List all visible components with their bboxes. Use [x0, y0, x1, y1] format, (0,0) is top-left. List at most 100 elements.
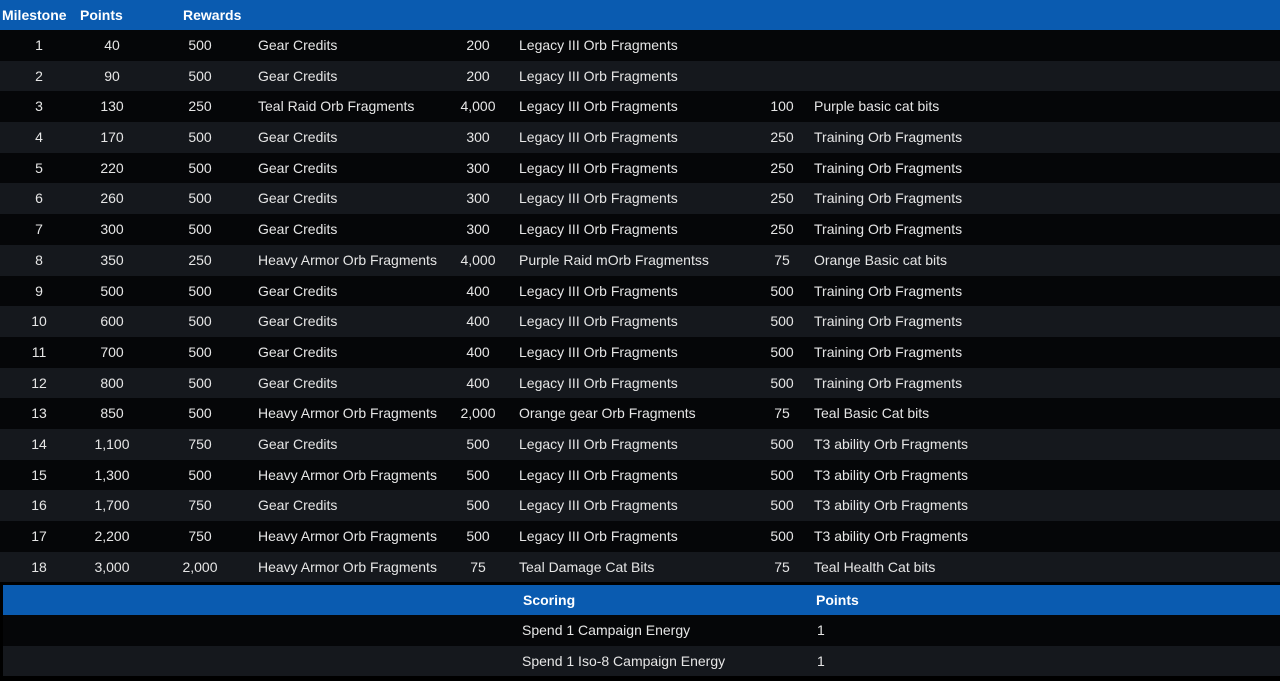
reward3-name: Teal Health Cat bits: [814, 558, 936, 575]
reward2-quantity: 500: [466, 497, 490, 514]
reward2-quantity: 500: [466, 528, 490, 544]
milestone-number: 17: [31, 528, 47, 544]
table-row: 11 700 500 Gear Credits 400 Legacy III Orb Fr…: [0, 336, 1280, 368]
milestone-number: 5: [35, 159, 43, 176]
header-milestone: Milestone: [2, 7, 67, 23]
milestone-points: 1,300: [94, 466, 130, 483]
reward2-name: Legacy III Orb Fragments: [519, 67, 678, 84]
reward1-quantity: 500: [188, 405, 212, 422]
table-row: 13 850 500 Heavy Armor Orb Fragments 2,000 Or…: [0, 398, 1280, 429]
milestone-number: 7: [35, 221, 43, 238]
reward3-name: T3 ability Orb Fragments: [814, 528, 969, 544]
reward3-name: T3 ability Orb Fragments: [814, 497, 969, 514]
reward3-name: Training Orb Fragments: [814, 282, 963, 299]
reward2-quantity: 400: [466, 343, 490, 360]
milestone-number: 12: [31, 374, 47, 391]
reward2-name: Legacy III Orb Fragments: [519, 37, 678, 53]
reward2-name: Legacy III Orb Fragments: [519, 343, 678, 360]
milestone-number: 3: [35, 98, 43, 115]
reward3-quantity: 250: [770, 221, 794, 238]
reward2-quantity: 300: [466, 129, 490, 146]
milestone-number: 14: [31, 435, 47, 452]
milestone-table-body: 1 40 500 Gear Credits 200 Legacy III Orb Frag…: [0, 30, 1280, 583]
reward3-name: Training Orb Fragments: [814, 374, 963, 391]
reward1-quantity: 500: [188, 190, 212, 207]
reward1-name: Heavy Armor Orb Fragments: [258, 405, 437, 422]
milestone-number: 10: [31, 313, 47, 330]
reward1-name: Gear Credits: [258, 313, 338, 330]
reward3-name: Teal Basic Cat bits: [814, 405, 930, 422]
reward2-name: Legacy III Orb Fragments: [519, 497, 678, 514]
table-row: 9 500 500 Gear Credits 400 Legacy III Orb Fra…: [0, 275, 1280, 307]
milestone-points: 800: [100, 374, 124, 391]
reward3-name: Training Orb Fragments: [814, 313, 963, 330]
table-row: 8 350 250 Heavy Armor Orb Fragments 4,000 Pur…: [0, 244, 1280, 276]
reward1-name: Heavy Armor Orb Fragments: [258, 466, 437, 483]
reward1-quantity: 500: [188, 159, 212, 176]
reward2-quantity: 75: [470, 558, 486, 575]
milestone-points: 90: [104, 67, 120, 84]
reward3-quantity: 250: [770, 129, 794, 146]
reward3-quantity: 75: [774, 558, 790, 575]
milestone-points: 40: [104, 37, 120, 53]
milestone-points: 2,200: [94, 528, 130, 544]
reward1-quantity: 2,000: [182, 558, 218, 575]
reward1-name: Heavy Armor Orb Fragments: [258, 251, 437, 268]
milestone-points: 500: [100, 282, 124, 299]
reward1-quantity: 250: [188, 251, 212, 268]
reward1-name: Gear Credits: [258, 282, 338, 299]
scoring-table-body: Spend 1 Campaign Energy 1 Spend 1 Iso-8 Ca…: [3, 615, 1280, 677]
milestone-points: 300: [100, 221, 124, 238]
milestone-number: 1: [35, 37, 43, 53]
reward2-name: Legacy III Orb Fragments: [519, 221, 678, 238]
reward2-name: Orange gear Orb Fragments: [519, 405, 696, 422]
reward1-quantity: 500: [188, 37, 212, 53]
header-scoring-points: Points: [816, 592, 859, 608]
reward3-quantity: 75: [774, 405, 790, 422]
milestone-number: 13: [31, 405, 47, 422]
reward2-name: Purple Raid mOrb Fragmentss: [519, 251, 709, 268]
reward2-quantity: 300: [466, 159, 490, 176]
table-row: 18 3,000 2,000 Heavy Armor Orb Fragments 75 T…: [0, 551, 1280, 583]
reward2-name: Legacy III Orb Fragments: [519, 190, 678, 207]
reward2-quantity: 4,000: [460, 98, 496, 115]
table-row: 5 220 500 Gear Credits 300 Legacy III Orb Fra…: [0, 152, 1280, 184]
reward1-quantity: 500: [188, 313, 212, 330]
reward2-quantity: 500: [466, 466, 490, 483]
milestone-number: 18: [31, 558, 47, 575]
milestone-points: 600: [100, 313, 124, 330]
reward1-quantity: 750: [188, 528, 212, 544]
reward1-name: Gear Credits: [258, 374, 338, 391]
reward2-quantity: 4,000: [460, 251, 496, 268]
reward2-name: Legacy III Orb Fragments: [519, 528, 678, 544]
reward1-quantity: 500: [188, 221, 212, 238]
reward3-name: Training Orb Fragments: [814, 159, 963, 176]
reward3-quantity: 500: [770, 435, 794, 452]
table-row: 3 130 250 Teal Raid Orb Fragments 4,000 Legac…: [0, 91, 1280, 123]
reward3-name: Purple basic cat bits: [814, 98, 940, 115]
scoring-action: Spend 1 Campaign Energy: [522, 622, 691, 638]
reward1-name: Gear Credits: [258, 190, 338, 207]
reward3-quantity: 500: [770, 343, 794, 360]
reward1-name: Gear Credits: [258, 67, 338, 84]
reward1-quantity: 500: [188, 343, 212, 360]
reward2-quantity: 300: [466, 190, 490, 207]
milestone-points: 260: [100, 190, 124, 207]
milestone-points: 170: [100, 129, 124, 146]
milestone-points: 350: [100, 251, 124, 268]
reward2-quantity: 200: [466, 67, 490, 84]
reward3-name: T3 ability Orb Fragments: [814, 466, 969, 483]
reward3-quantity: 500: [770, 466, 794, 483]
header-rewards: Rewards: [183, 7, 242, 23]
table-row: 17 2,200 750 Heavy Armor Orb Fragments 500 Le…: [0, 521, 1280, 552]
milestone-points: 1,700: [94, 497, 130, 514]
reward1-name: Gear Credits: [258, 37, 338, 53]
reward3-quantity: 75: [774, 251, 790, 268]
table-row: 4 170 500 Gear Credits 300 Legacy III Orb Fra…: [0, 122, 1280, 153]
reward3-quantity: 500: [770, 528, 794, 544]
milestone-points: 130: [100, 98, 124, 115]
milestone-number: 15: [31, 466, 47, 483]
scoring-table-header: Scoring Points: [3, 585, 1280, 615]
reward2-quantity: 500: [466, 435, 490, 452]
reward3-quantity: 250: [770, 190, 794, 207]
